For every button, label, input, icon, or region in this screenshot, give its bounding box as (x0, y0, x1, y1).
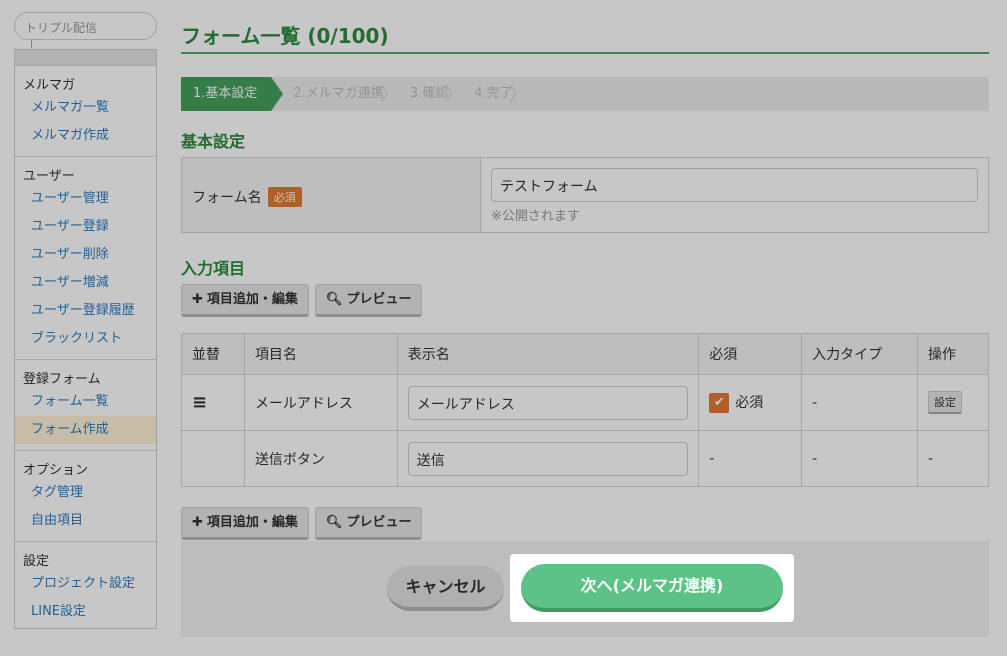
sidebar-item-blacklist[interactable]: ブラックリスト (15, 325, 156, 353)
sidebar-group-form: 登録フォーム フォーム一覧 フォーム作成 (15, 360, 156, 451)
add-edit-items-label: 項目追加・編集 (206, 292, 298, 307)
sidebar-group-option: オプション タグ管理 自由項目 (15, 451, 156, 542)
input-items-table: 並替 項目名 表示名 必須 入力タイプ 操作 ≡ メールアドレス メールアドレス… (181, 333, 989, 487)
add-edit-items-button[interactable]: ✚ 項目追加・編集 (181, 507, 309, 540)
table-row: ≡ メールアドレス メールアドレス ✔ 必須 - 設定 (181, 374, 989, 431)
column-header: 必須 (698, 333, 803, 375)
table-row: 送信ボタン 送信 - - - (181, 430, 989, 487)
sidebar-item-form-list[interactable]: フォーム一覧 (15, 388, 156, 416)
column-header: 並替 (181, 333, 245, 375)
item-buttons-top: ✚ 項目追加・編集 🔍︎ プレビュー (181, 284, 423, 317)
step-label: 1.基本設定 (193, 86, 258, 101)
sidebar-group-user: ユーザー ユーザー管理 ユーザー登録 ユーザー削除 ユーザー増減 ユーザー登録履… (15, 157, 156, 360)
form-name-note: ※公開されます (491, 209, 580, 224)
plus-icon: ✚ (192, 292, 203, 307)
step-mailmag-link: 2.メルマガ連携〉 (271, 77, 400, 111)
search-icon: 🔍︎ (325, 292, 343, 307)
page-title: フォーム一覧 (0/100) (181, 24, 389, 48)
item-buttons-bottom: ✚ 項目追加・編集 🔍︎ プレビュー (181, 507, 423, 540)
sidebar-item-user-register[interactable]: ユーザー登録 (15, 213, 156, 241)
sidebar: メルマガ メルマガ一覧 メルマガ作成 ユーザー ユーザー管理 ユーザー登録 ユー… (14, 49, 157, 629)
step-indicator: 1.基本設定 2.メルマガ連携〉 3.確認〉 4.完了〉 (181, 77, 989, 111)
required-badge: 必須 (267, 187, 302, 207)
drag-handle-icon[interactable]: ≡ (181, 374, 245, 431)
required-label: 必須 (735, 395, 764, 411)
next-mailmag-link-button[interactable]: 次へ(メルマガ連携) (521, 564, 783, 612)
add-edit-items-label: 項目追加・編集 (206, 515, 298, 530)
item-name: 送信ボタン (243, 430, 398, 487)
step-basic-settings: 1.基本設定 (181, 77, 284, 111)
search-connector (31, 40, 32, 48)
table-header-row: 並替 項目名 表示名 必須 入力タイプ 操作 (181, 333, 989, 375)
sidebar-heading: 設定 (23, 554, 50, 569)
required-value: - (698, 430, 803, 487)
chevron-right-icon: 〉 (379, 82, 400, 106)
settings-button[interactable]: 設定 (928, 391, 962, 414)
form-name-label: フォーム名 (192, 190, 262, 206)
required-checkbox[interactable]: ✔ (709, 393, 730, 413)
basic-settings-heading: 基本設定 (181, 132, 246, 151)
sidebar-item-tag-manage[interactable]: タグ管理 (15, 479, 156, 507)
sidebar-item-user-delete[interactable]: ユーザー削除 (15, 241, 156, 269)
sidebar-item-user-manage[interactable]: ユーザー管理 (15, 185, 156, 213)
preview-label: プレビュー (346, 292, 412, 307)
input-type: - (801, 430, 918, 487)
plus-icon: ✚ (192, 515, 203, 530)
sidebar-group-mailmag: メルマガ メルマガ一覧 メルマガ作成 (15, 66, 156, 157)
chevron-right-icon: 〉 (508, 82, 529, 106)
step-complete: 4.完了〉 (462, 77, 529, 111)
preview-button[interactable]: 🔍︎ プレビュー (314, 284, 423, 317)
column-header: 入力タイプ (801, 333, 918, 375)
sidebar-group-settings: 設定 プロジェクト設定 LINE設定 (15, 542, 156, 632)
basic-settings-table: フォーム名 必須 テストフォーム ※公開されます (181, 157, 989, 233)
add-edit-items-button[interactable]: ✚ 項目追加・編集 (181, 284, 309, 317)
preview-button[interactable]: 🔍︎ プレビュー (314, 507, 423, 540)
form-name-value-cell: テストフォーム ※公開されます (481, 158, 988, 232)
cancel-button[interactable]: キャンセル (387, 566, 504, 611)
column-header: 表示名 (396, 333, 700, 375)
action-value: - (917, 430, 989, 487)
step-label: 2.メルマガ連携 (293, 86, 384, 101)
column-header: 項目名 (243, 333, 398, 375)
form-name-label-cell: フォーム名 必須 (182, 158, 481, 232)
display-name-cell: メールアドレス (396, 374, 700, 431)
sidebar-heading: 登録フォーム (23, 372, 101, 387)
step-confirm: 3.確認〉 (398, 77, 465, 111)
chevron-right-icon: 〉 (444, 82, 465, 106)
form-name-input[interactable]: テストフォーム (491, 168, 978, 202)
sidebar-item-line-settings[interactable]: LINE設定 (15, 598, 156, 626)
display-name-input[interactable]: 送信 (407, 441, 689, 476)
item-name: メールアドレス (243, 374, 398, 431)
input-type: - (801, 374, 918, 431)
sidebar-item-form-create[interactable]: フォーム作成 (15, 416, 156, 444)
sidebar-heading: メルマガ (23, 78, 76, 93)
input-items-heading: 入力項目 (181, 259, 246, 278)
sidebar-search-input[interactable]: トリプル配信 (14, 12, 157, 40)
step-label: 4.完了 (474, 86, 513, 101)
action-cell: 設定 (917, 374, 989, 431)
display-name-input[interactable]: メールアドレス (407, 385, 689, 420)
required-cell: ✔ 必須 (698, 374, 803, 431)
sidebar-item-free-field[interactable]: 自由項目 (15, 507, 156, 535)
sidebar-item-user-change[interactable]: ユーザー増減 (15, 269, 156, 297)
sidebar-heading: オプション (23, 463, 89, 478)
sidebar-item-user-history[interactable]: ユーザー登録履歴 (15, 297, 156, 325)
search-icon: 🔍︎ (325, 515, 343, 530)
preview-label: プレビュー (346, 515, 412, 530)
sidebar-item-project-settings[interactable]: プロジェクト設定 (15, 570, 156, 598)
sidebar-header (15, 50, 156, 66)
column-header: 操作 (917, 333, 989, 375)
display-name-cell: 送信 (396, 430, 700, 487)
sidebar-heading: ユーザー (23, 169, 75, 184)
title-divider (181, 52, 989, 54)
sidebar-item-mailmag-create[interactable]: メルマガ作成 (15, 122, 156, 150)
step-label: 3.確認 (409, 86, 449, 101)
sidebar-item-mailmag-list[interactable]: メルマガ一覧 (15, 94, 156, 122)
drag-handle-cell (181, 430, 245, 487)
